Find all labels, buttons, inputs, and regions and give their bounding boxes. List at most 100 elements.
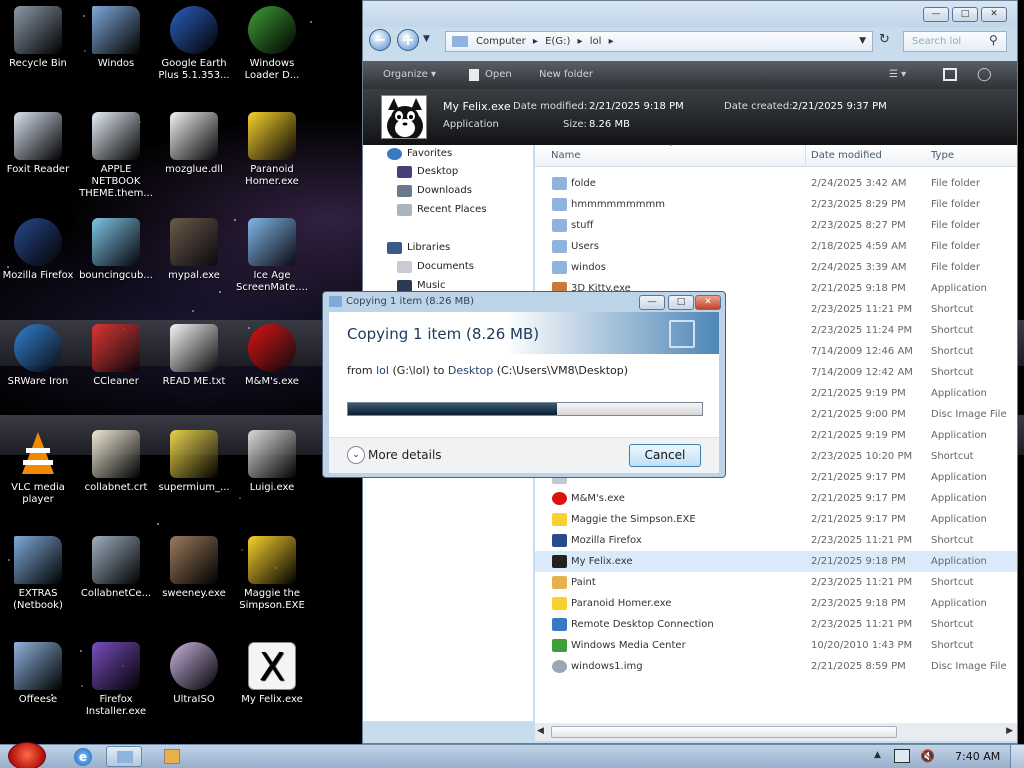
copy-close-button[interactable]: ✕ — [695, 295, 721, 310]
file-row[interactable]: Mozilla Firefox 2/23/2025 11:21 PM Shortcu… — [535, 530, 1017, 551]
desktop-icon[interactable]: bouncingcub... — [78, 218, 154, 282]
file-row[interactable]: M&M's.exe 2/21/2025 9:17 PM Application — [535, 488, 1017, 509]
desktop-icon[interactable]: Windos — [78, 6, 154, 70]
desktop-icon[interactable]: Maggie the Simpson.EXE — [234, 536, 310, 612]
file-row[interactable]: windos 2/24/2025 3:39 AM File folder — [535, 257, 1017, 278]
network-icon[interactable] — [894, 749, 910, 763]
column-divider[interactable] — [805, 145, 806, 167]
desktop-icon[interactable]: UltraISO — [156, 642, 232, 706]
explorer-titlebar[interactable]: — □ ✕ — [363, 1, 1017, 27]
nav-recent-places[interactable]: Recent Places — [397, 201, 487, 219]
copy-dest-link[interactable]: Desktop — [448, 364, 493, 377]
copy-minimize-button[interactable]: — — [639, 295, 665, 310]
file-row[interactable]: folde 2/24/2025 3:42 AM File folder — [535, 173, 1017, 194]
folder-icon — [14, 536, 62, 584]
scroll-left-icon[interactable]: ◀ — [537, 726, 544, 736]
explorer-taskbar-button[interactable] — [106, 746, 142, 767]
address-bar[interactable]: Computer ▸ E(G:) ▸ lol ▸ ▼ — [445, 31, 873, 52]
file-row[interactable]: My Felix.exe 2/21/2025 9:18 PM Application — [535, 551, 1017, 572]
desktop-icon[interactable]: Firefox Installer.exe — [78, 642, 154, 718]
new-folder-button[interactable]: New folder — [539, 61, 593, 89]
scrollbar-thumb[interactable] — [551, 726, 897, 738]
view-options-icon[interactable]: ☰ ▾ — [889, 61, 906, 89]
desktop-icon[interactable]: mozglue.dll — [156, 112, 232, 176]
minimize-button[interactable]: — — [923, 7, 949, 22]
search-icon[interactable]: ⚲ — [989, 33, 998, 47]
breadcrumb-arrow-icon[interactable]: ▸ — [574, 36, 585, 47]
breadcrumb-item[interactable]: E(G:) — [545, 36, 570, 47]
nav-downloads[interactable]: Downloads — [397, 182, 472, 200]
start-orb-icon[interactable] — [8, 742, 46, 768]
recent-pages-icon[interactable]: ▼ — [423, 34, 430, 44]
show-desktop-button[interactable] — [1010, 745, 1024, 768]
file-row[interactable]: stuff 2/23/2025 8:27 PM File folder — [535, 215, 1017, 236]
address-row: − + ▼ Computer ▸ E(G:) ▸ lol ▸ ▼ ↻ Searc… — [363, 29, 1017, 55]
file-row[interactable]: Maggie the Simpson.EXE 2/21/2025 9:17 PM A… — [535, 509, 1017, 530]
column-name[interactable]: Name — [551, 145, 581, 167]
expand-chevron-icon[interactable]: ⌄ — [347, 446, 365, 464]
breadcrumb-arrow-icon[interactable]: ▸ — [605, 36, 614, 47]
nav-desktop[interactable]: Desktop — [397, 163, 458, 181]
desktop-icon[interactable]: Ice Age ScreenMate.... — [234, 218, 310, 294]
chevron-down-icon[interactable]: ▼ — [859, 32, 866, 51]
nav-documents[interactable]: Documents — [397, 258, 474, 276]
breadcrumb-item[interactable]: lol — [590, 36, 602, 47]
close-button[interactable]: ✕ — [981, 7, 1007, 22]
desktop-icon[interactable]: Mozilla Firefox — [0, 218, 76, 282]
desktop-icon[interactable]: APPLE NETBOOK THEME.them... — [78, 112, 154, 200]
desktop-icon[interactable]: M&M's.exe — [234, 324, 310, 388]
desktop-icon[interactable]: Luigi.exe — [234, 430, 310, 494]
file-row[interactable]: Windows Media Center 10/20/2010 1:43 PM Sh… — [535, 635, 1017, 656]
desktop-icon[interactable]: Windows Loader D... — [234, 6, 310, 82]
desktop-icon[interactable]: mypal.exe — [156, 218, 232, 282]
desktop-icon[interactable]: Offeese — [0, 642, 76, 706]
column-date-modified[interactable]: Date modified — [811, 145, 882, 167]
internet-explorer-icon[interactable]: e — [74, 748, 92, 766]
desktop-icon[interactable]: CollabnetCe... — [78, 536, 154, 600]
desktop-icon[interactable]: CCleaner — [78, 324, 154, 388]
copy-maximize-button[interactable]: □ — [668, 295, 694, 310]
desktop-icon[interactable]: Google Earth Plus 5.1.353... — [156, 6, 232, 82]
maximize-button[interactable]: □ — [952, 7, 978, 22]
nav-favorites[interactable]: Favorites — [387, 145, 452, 163]
preview-pane-icon[interactable] — [943, 68, 957, 81]
column-type[interactable]: Type — [931, 145, 954, 167]
nav-libraries[interactable]: Libraries — [387, 239, 450, 257]
desktop-icon[interactable]: supermium_... — [156, 430, 232, 494]
back-button[interactable]: − — [369, 29, 391, 51]
cancel-button[interactable]: Cancel — [629, 444, 701, 467]
horizontal-scrollbar[interactable]: ◀ ▶ — [535, 723, 1017, 741]
breadcrumb-item[interactable]: Computer — [476, 36, 526, 47]
file-row[interactable]: Remote Desktop Connection 2/23/2025 11:21… — [535, 614, 1017, 635]
desktop-icon[interactable]: sweeney.exe — [156, 536, 232, 600]
media-player-icon[interactable] — [164, 749, 180, 764]
desktop-icon[interactable]: Paranoid Homer.exe — [234, 112, 310, 188]
forward-button[interactable]: + — [397, 29, 419, 51]
file-row[interactable]: Paranoid Homer.exe 2/23/2025 9:18 PM Appli… — [535, 593, 1017, 614]
desktop-icon[interactable]: VLC media player — [0, 430, 76, 506]
desktop-icon[interactable]: collabnet.crt — [78, 430, 154, 494]
organize-button[interactable]: Organize ▾ — [383, 61, 436, 89]
more-details-button[interactable]: More details — [368, 448, 442, 462]
copy-source-link[interactable]: lol — [376, 364, 389, 377]
desktop-icon[interactable]: Recycle Bin — [0, 6, 76, 70]
file-name: My Felix.exe — [571, 556, 633, 567]
file-row[interactable]: hmmmmmmmmm 2/23/2025 8:29 PM File folder — [535, 194, 1017, 215]
refresh-icon[interactable]: ↻ — [879, 32, 890, 47]
scroll-right-icon[interactable]: ▶ — [1006, 726, 1013, 736]
desktop-icon[interactable]: X My Felix.exe — [234, 642, 310, 706]
show-hidden-icons-icon[interactable]: ▲ — [874, 750, 881, 760]
file-row[interactable]: Users 2/18/2025 4:59 AM File folder — [535, 236, 1017, 257]
desktop-icon[interactable]: SRWare Iron — [0, 324, 76, 388]
volume-muted-icon[interactable]: 🔇 — [920, 749, 935, 763]
breadcrumb-arrow-icon[interactable]: ▸ — [530, 36, 541, 47]
desktop-icon[interactable]: Foxit Reader — [0, 112, 76, 176]
collabnet-icon — [92, 536, 140, 584]
file-row[interactable]: Paint 2/23/2025 11:21 PM Shortcut — [535, 572, 1017, 593]
desktop-icon[interactable]: READ ME.txt — [156, 324, 232, 388]
help-icon[interactable]: ◯ — [977, 61, 992, 89]
file-row[interactable]: windows1.img 2/21/2025 8:59 PM Disc Image … — [535, 656, 1017, 677]
clock[interactable]: 7:40 AM — [955, 750, 1000, 763]
open-button[interactable]: Open — [485, 61, 512, 89]
desktop-icon[interactable]: EXTRAS (Netbook) — [0, 536, 76, 612]
